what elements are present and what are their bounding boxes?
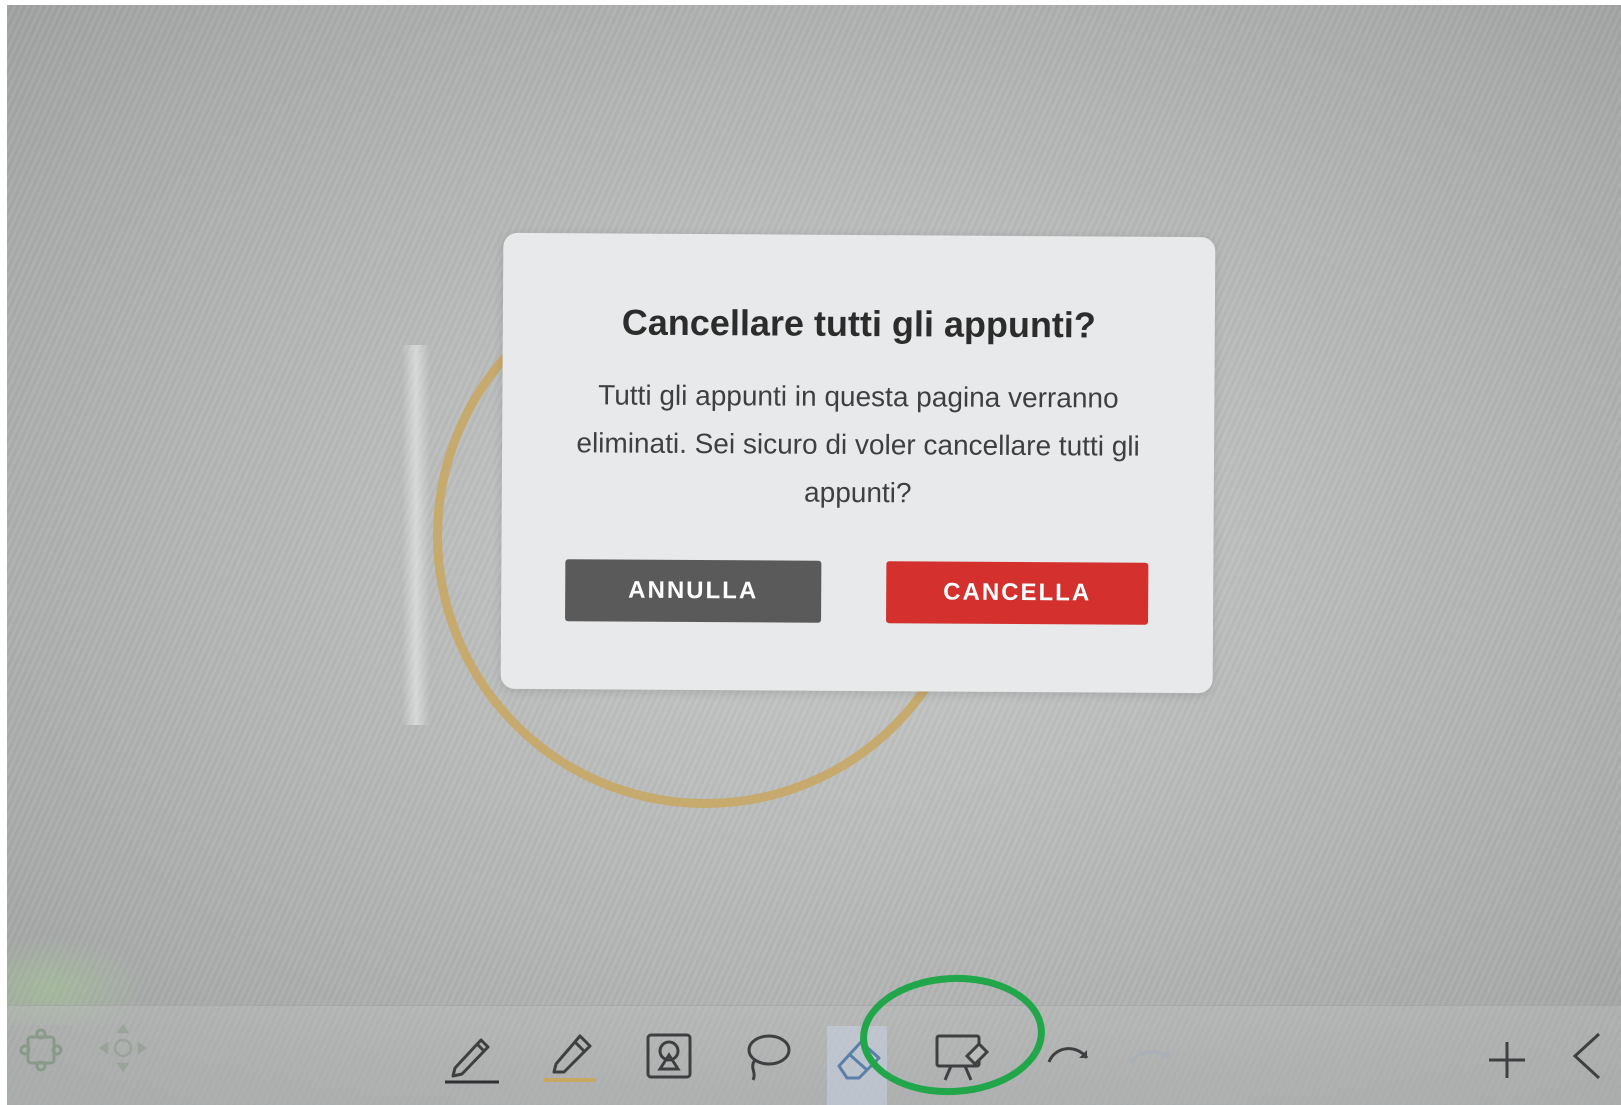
move-arrows-icon[interactable] — [91, 1016, 155, 1080]
cancel-button[interactable]: ANNULLA — [565, 559, 822, 623]
lasso-icon[interactable] — [735, 1024, 799, 1088]
pen-icon[interactable] — [439, 1024, 503, 1088]
shape-recognition-icon[interactable] — [637, 1024, 701, 1088]
undo-icon[interactable] — [1037, 1024, 1101, 1088]
puzzle-icon[interactable] — [9, 1018, 73, 1082]
highlighter-icon[interactable] — [538, 1022, 602, 1086]
dialog-message: Tutti gli appunti in questa pagina verra… — [576, 379, 1140, 509]
dialog-title: Cancellare tutti gli appunti? — [621, 301, 1096, 346]
chevron-left-icon[interactable] — [1555, 1024, 1619, 1088]
plus-icon[interactable] — [1475, 1028, 1539, 1092]
bottom-toolbar — [7, 1005, 1621, 1105]
redo-icon[interactable] — [1119, 1024, 1183, 1088]
whiteboard-screen: Cancellare tutti gli appunti? Tutti gli … — [7, 5, 1621, 1105]
background-light-streak — [402, 345, 430, 725]
confirm-clear-button[interactable]: CANCELLA — [886, 561, 1149, 625]
clear-notes-dialog: Cancellare tutti gli appunti? Tutti gli … — [500, 232, 1216, 694]
